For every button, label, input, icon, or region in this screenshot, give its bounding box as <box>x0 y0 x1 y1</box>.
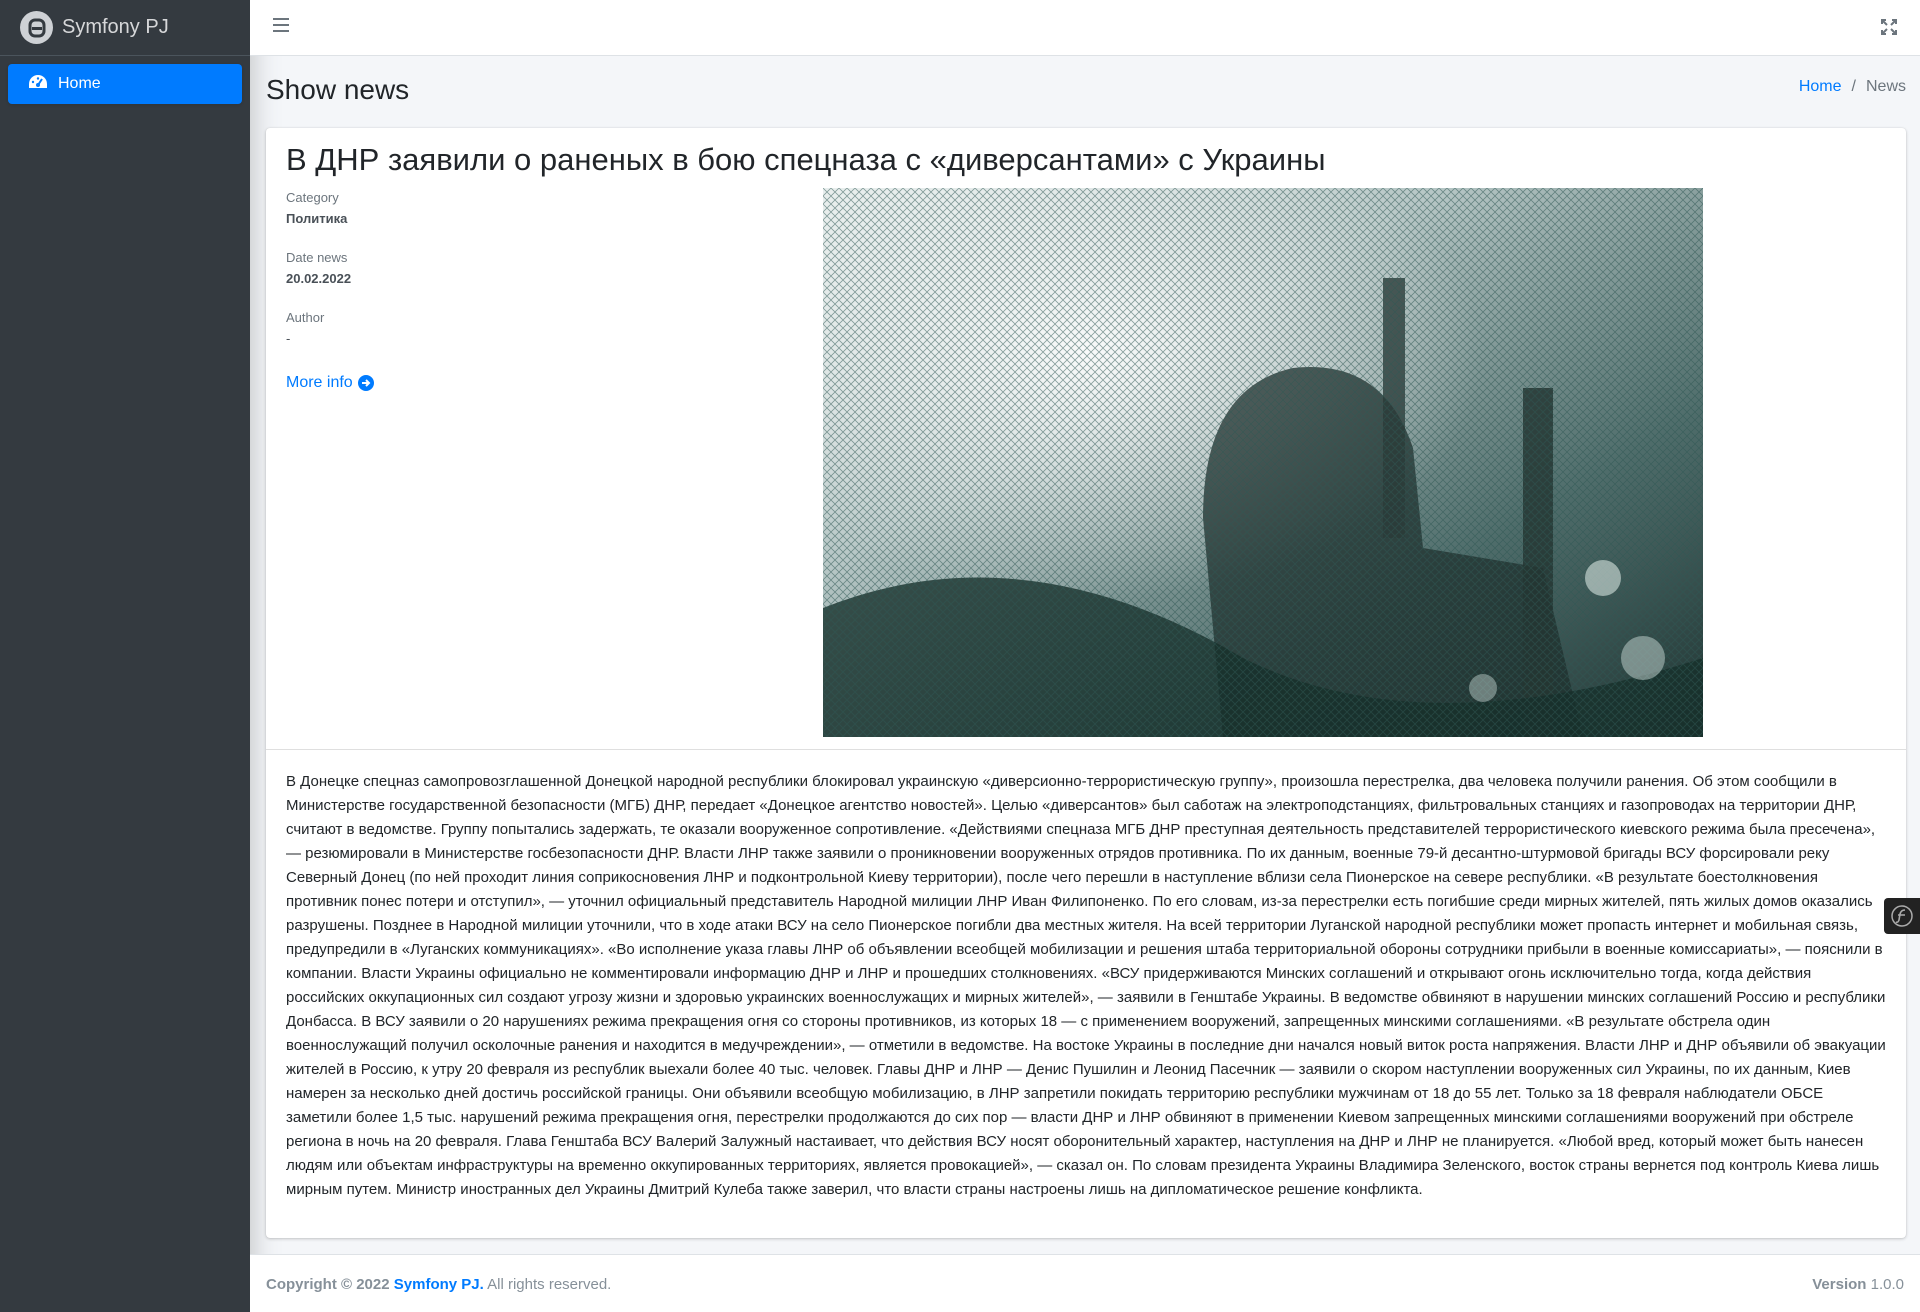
rights-text: All rights reserved. <box>487 1276 612 1293</box>
tachometer-icon <box>28 74 48 95</box>
news-image <box>823 188 1703 737</box>
news-card-header: В ДНР заявили о раненых в бою спецназа с… <box>266 128 1906 750</box>
category-value: Политика <box>286 211 348 226</box>
more-info-label: More info <box>286 374 353 391</box>
footer-copyright: Copyright © 2022 Symfony PJ. All rights … <box>266 1276 611 1293</box>
news-body: В Донецке спецназ самопровозглашенной До… <box>266 750 1906 1202</box>
breadcrumb-current: News <box>1865 78 1906 95</box>
sidebar-item-home[interactable]: Home <box>8 64 242 104</box>
menu-toggle-icon[interactable] <box>273 18 289 32</box>
brand-text: Symfony PJ <box>62 16 169 38</box>
author-value: - <box>286 331 291 346</box>
fullscreen-icon[interactable] <box>1880 18 1898 36</box>
brand-link[interactable]: Symfony PJ <box>0 0 250 56</box>
news-body-text: В Донецке спецназ самопровозглашенной До… <box>286 773 1886 1198</box>
news-meta: Category Политика Date news 20.02.2022 A… <box>286 190 686 392</box>
author-label: Author <box>286 310 325 325</box>
arrow-circle-right-icon <box>357 375 374 391</box>
date-label: Date news <box>286 250 348 265</box>
news-title: В ДНР заявили о раненых в бою спецназа с… <box>286 142 1326 177</box>
symfony-toolbar-toggle[interactable] <box>1884 898 1920 934</box>
version-label: Version <box>1812 1276 1867 1293</box>
brand-logo-icon <box>20 11 53 44</box>
breadcrumb-home-link[interactable]: Home <box>1799 78 1842 96</box>
news-card: В ДНР заявили о раненых в бою спецназа с… <box>266 128 1906 1238</box>
more-info-link[interactable]: More info <box>286 374 374 392</box>
version-value: 1.0.0 <box>1870 1276 1904 1293</box>
top-navbar <box>250 0 1920 56</box>
symfony-icon <box>1891 905 1913 927</box>
sidebar-nav: Home <box>0 56 250 112</box>
breadcrumb-separator: / <box>1851 78 1856 95</box>
footer-version: Version 1.0.0 <box>1812 1276 1904 1293</box>
main-footer: Copyright © 2022 Symfony PJ. All rights … <box>250 1254 1920 1312</box>
content-header: Show news Home / News <box>266 70 1906 110</box>
footer-brand-link[interactable]: Symfony PJ. <box>394 1276 484 1293</box>
breadcrumb: Home / News <box>1799 78 1906 96</box>
main-sidebar: Symfony PJ Home <box>0 0 250 1312</box>
page-title: Show news <box>266 74 410 105</box>
date-value: 20.02.2022 <box>286 271 352 286</box>
sidebar-item-label: Home <box>58 75 101 92</box>
copyright-text: Copyright © 2022 <box>266 1276 390 1293</box>
category-label: Category <box>286 190 339 205</box>
